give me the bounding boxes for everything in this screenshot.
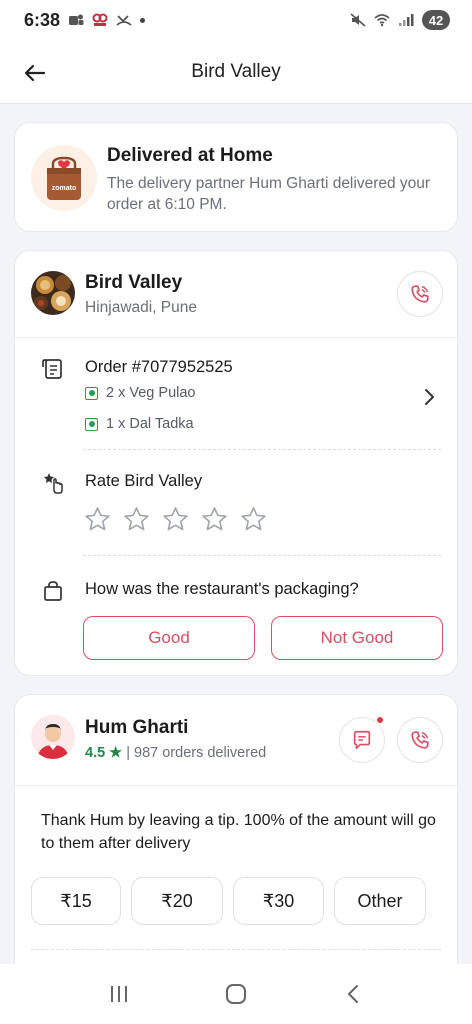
order-item: 2 x Veg Pulao	[85, 385, 196, 401]
phone-icon	[411, 731, 429, 749]
top-app-bar: Bird Valley	[0, 40, 472, 104]
status-right: 42	[350, 10, 450, 30]
delivery-partner-rating: 4.5 ★	[85, 745, 123, 761]
status-bar: 6:38 42	[0, 0, 472, 40]
delivery-status-subtitle: The delivery partner Hum Gharti delivere…	[107, 175, 431, 213]
recent-apps-icon	[110, 986, 127, 1002]
system-back-icon	[348, 985, 359, 1003]
tip-option-30[interactable]: ₹30	[233, 877, 324, 925]
rate-restaurant-title: Rate Bird Valley	[85, 472, 203, 490]
order-item: 1 x Dal Tadka	[85, 416, 194, 432]
app-notification-icon	[92, 13, 108, 26]
rate-star-hand-icon	[44, 473, 63, 494]
chat-icon	[353, 730, 371, 750]
home-icon	[225, 984, 246, 1004]
tip-option-other[interactable]: Other	[334, 877, 426, 925]
battery-indicator: 42	[422, 10, 450, 30]
bag-brand-text: zomato	[52, 185, 77, 192]
order-item-label: 1 x Dal Tadka	[106, 416, 194, 432]
dashed-divider	[31, 949, 441, 950]
more-notifications-dot	[140, 17, 146, 23]
tip-option-15[interactable]: ₹15	[31, 877, 121, 925]
delivery-partner-orders: | 987 orders delivered	[126, 745, 267, 761]
section-divider	[15, 337, 457, 338]
star-rating-5[interactable]	[239, 505, 268, 534]
order-id: Order #7077952525	[85, 358, 233, 376]
chat-partner-button[interactable]	[339, 715, 385, 763]
tip-options: ₹15 ₹20 ₹30 Other	[31, 877, 426, 925]
order-item-label: 2 x Veg Pulao	[106, 385, 196, 401]
wifi-icon	[374, 14, 390, 27]
system-navigation-bar	[0, 964, 472, 1024]
star-rating-2[interactable]	[122, 505, 151, 534]
star-rating-1[interactable]	[83, 505, 112, 534]
order-details-chevron-icon[interactable]	[421, 387, 437, 407]
tip-option-20[interactable]: ₹20	[131, 877, 223, 925]
restaurant-avatar	[31, 271, 75, 315]
section-divider	[15, 785, 457, 786]
delivery-status-card: zomato Delivered at Home The delivery pa…	[14, 122, 458, 232]
packaging-not-good-button[interactable]: Not Good	[271, 616, 443, 660]
restaurant-name: Bird Valley	[85, 272, 183, 293]
delivery-bag-avatar: zomato	[31, 145, 97, 211]
call-partner-button[interactable]	[397, 717, 443, 763]
recent-apps-button[interactable]	[99, 974, 139, 1014]
tip-message: Thank Hum by leaving a tip. 100% of the …	[41, 812, 436, 852]
missed-call-icon	[116, 15, 132, 26]
order-receipt-icon	[42, 359, 62, 379]
delivery-partner-meta: 4.5 ★ | 987 orders delivered	[85, 745, 266, 761]
delivery-partner-name: Hum Gharti	[85, 717, 189, 738]
restaurant-food-image	[31, 271, 75, 315]
veg-icon	[85, 417, 98, 431]
delivery-partner-avatar	[31, 715, 75, 759]
system-back-button[interactable]	[333, 974, 373, 1014]
phone-icon	[411, 285, 429, 303]
mute-icon	[350, 13, 366, 27]
call-restaurant-button[interactable]	[397, 271, 443, 317]
packaging-question: How was the restaurant's packaging?	[85, 580, 359, 598]
veg-icon	[85, 386, 98, 400]
delivery-partner-avatar-icon	[31, 715, 75, 759]
packaging-bag-icon	[44, 581, 62, 601]
food-bag-icon: zomato	[47, 156, 81, 200]
page-title: Bird Valley	[191, 60, 281, 82]
rating-stars	[83, 505, 268, 534]
back-button[interactable]	[22, 60, 48, 86]
dashed-divider	[83, 449, 441, 450]
star-rating-4[interactable]	[200, 505, 229, 534]
delivery-status-title: Delivered at Home	[107, 145, 273, 166]
restaurant-card: Bird Valley Hinjawadi, Pune Order #70779…	[14, 250, 458, 676]
signal-icon	[399, 14, 414, 26]
home-button[interactable]	[216, 974, 256, 1014]
dashed-divider	[83, 555, 441, 556]
status-time: 6:38	[24, 9, 61, 30]
chat-notification-dot	[375, 715, 385, 725]
star-rating-3[interactable]	[161, 505, 190, 534]
packaging-good-button[interactable]: Good	[83, 616, 255, 660]
delivery-partner-card: Hum Gharti 4.5 ★ | 987 orders delivered …	[14, 694, 458, 994]
back-arrow-icon	[24, 64, 46, 82]
teams-icon	[69, 14, 84, 25]
status-left: 6:38	[24, 9, 146, 31]
restaurant-location: Hinjawadi, Pune	[85, 299, 198, 316]
